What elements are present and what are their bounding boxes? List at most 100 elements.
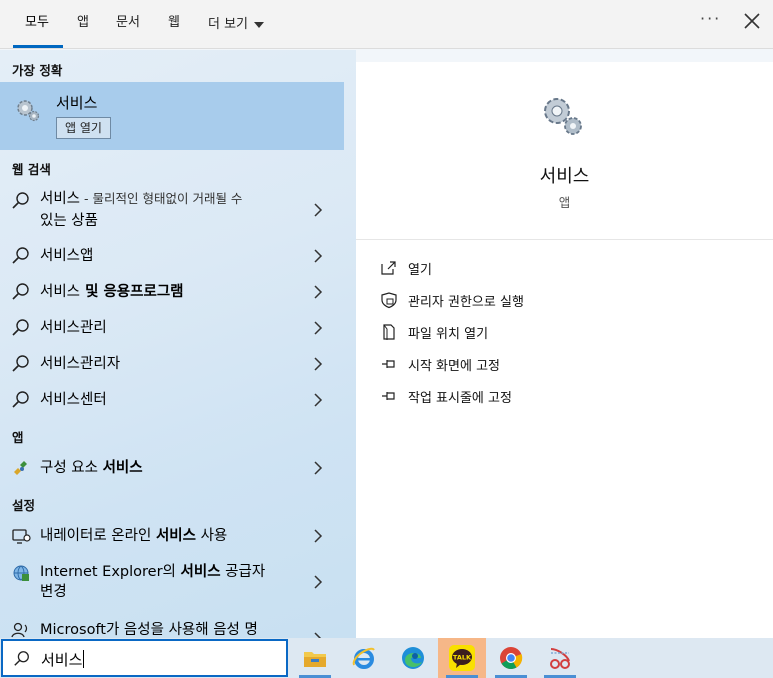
settings-result-item[interactable]: Internet Explorer의 서비스 공급자 변경 xyxy=(0,560,344,608)
pin-icon xyxy=(382,392,395,400)
search-filter-bar: 모두 앱 문서 웹 더 보기 ··· xyxy=(0,0,773,49)
search-icon xyxy=(12,192,29,209)
folder-icon xyxy=(304,652,326,667)
tab-more[interactable]: 더 보기 xyxy=(208,14,265,34)
web-result-dash: - xyxy=(80,191,93,206)
web-result-title: 서비스센터 xyxy=(40,392,107,408)
action-open-file-location-label: 파일 위치 열기 xyxy=(408,326,489,342)
close-icon[interactable] xyxy=(742,11,762,31)
web-result-description: 물리적인 형태없이 거래될 수 xyxy=(92,191,243,206)
web-result-title: 서비스 xyxy=(40,191,81,207)
divider xyxy=(356,239,773,240)
action-open-label: 열기 xyxy=(408,262,432,278)
best-match-item[interactable]: 서비스 앱 열기 xyxy=(0,82,344,150)
action-pin-start-label: 시작 화면에 고정 xyxy=(408,358,500,374)
ie-logo-icon xyxy=(352,647,375,669)
open-app-button[interactable]: 앱 열기 xyxy=(56,117,111,139)
tab-apps[interactable]: 앱 xyxy=(77,14,89,34)
chevron-down-icon xyxy=(254,22,265,28)
web-result-item[interactable]: 서비스센터 xyxy=(0,388,344,412)
detail-pane: 서비스 앱 열기 관리자 권한으로 실행 파일 위치 열기 시작 화면에 고정 … xyxy=(356,62,773,638)
chevron-right-icon xyxy=(314,575,323,589)
more-options-icon[interactable]: ··· xyxy=(700,9,721,28)
action-pin-taskbar-label: 작업 표시줄에 고정 xyxy=(408,390,512,406)
section-web-search: 웹 검색 xyxy=(12,162,51,177)
settings-result-keyword: 서비스 xyxy=(155,528,196,544)
kakaotalk-logo-icon: TALK xyxy=(449,645,475,671)
settings-result-prefix: 내레이터로 온라인 xyxy=(40,528,156,544)
web-result-description-line2: 있는 상품 xyxy=(40,213,98,229)
chevron-right-icon xyxy=(314,249,323,263)
settings-result-prefix: Internet Explorer의 xyxy=(40,564,181,580)
edge-icon[interactable] xyxy=(389,638,437,678)
search-icon xyxy=(12,319,29,336)
web-result-title: 서비스관리자 xyxy=(40,356,121,372)
search-icon xyxy=(12,283,29,300)
file-icon xyxy=(383,324,395,340)
active-tab-indicator xyxy=(13,45,63,48)
narrator-icon xyxy=(12,529,31,544)
tab-web[interactable]: 웹 xyxy=(168,14,180,34)
web-result-item[interactable]: 서비스 및 응용프로그램 xyxy=(0,280,344,304)
search-icon xyxy=(12,355,29,372)
kakaotalk-label: TALK xyxy=(453,654,472,662)
tab-all[interactable]: 모두 xyxy=(25,14,49,34)
action-run-as-admin[interactable]: 관리자 권한으로 실행 xyxy=(380,290,524,310)
section-best-match: 가장 정확 xyxy=(12,63,63,78)
scissors-icon xyxy=(550,648,570,669)
web-result-title: 서비스앱 xyxy=(40,248,94,264)
search-query: 서비스 xyxy=(41,651,83,669)
results-pane: 가장 정확 서비스 앱 열기 웹 검색 서비스 - 물리적인 형태없이 거래될 … xyxy=(0,50,356,638)
settings-result-item[interactable]: Microsoft가 음성을 사용해 음성 명 xyxy=(0,618,344,638)
chrome-icon[interactable] xyxy=(487,638,535,678)
settings-result-suffix: 사용 xyxy=(195,528,228,544)
detail-title: 서비스 xyxy=(539,166,590,187)
search-icon xyxy=(14,651,29,666)
settings-result-item[interactable]: 내레이터로 온라인 서비스 사용 xyxy=(0,524,344,548)
app-result-title: 서비스 xyxy=(102,460,143,476)
web-result-item[interactable]: 서비스앱 xyxy=(0,244,344,268)
action-open-file-location[interactable]: 파일 위치 열기 xyxy=(380,322,488,342)
web-result-item[interactable]: 서비스관리자 xyxy=(0,352,344,376)
services-gear-icon xyxy=(17,100,40,122)
edge-logo-icon xyxy=(402,647,424,669)
action-run-as-admin-label: 관리자 권한으로 실행 xyxy=(408,294,524,310)
app-result-prefix: 구성 요소 xyxy=(40,460,103,476)
web-result-item[interactable]: 서비스관리 xyxy=(0,316,344,340)
shield-icon xyxy=(381,292,397,309)
search-input[interactable]: 서비스 xyxy=(1,639,288,677)
chevron-right-icon xyxy=(314,203,323,217)
chevron-right-icon xyxy=(314,529,323,543)
section-apps: 앱 xyxy=(12,430,24,445)
best-match-title: 서비스 xyxy=(56,94,98,112)
action-pin-start[interactable]: 시작 화면에 고정 xyxy=(380,354,500,374)
action-pin-taskbar[interactable]: 작업 표시줄에 고정 xyxy=(380,386,512,406)
chevron-right-icon xyxy=(314,461,323,475)
chevron-right-icon xyxy=(314,285,323,299)
chrome-logo-icon xyxy=(500,647,523,669)
kakaotalk-icon[interactable]: TALK xyxy=(438,638,486,678)
internet-options-icon xyxy=(13,565,29,581)
text-cursor xyxy=(83,650,85,668)
services-gear-icon xyxy=(544,98,582,135)
action-open[interactable]: 열기 xyxy=(380,258,432,278)
internet-explorer-icon[interactable] xyxy=(340,638,388,678)
settings-result-keyword: 서비스 xyxy=(180,564,221,580)
tab-more-label: 더 보기 xyxy=(208,16,249,32)
settings-result-title: Microsoft가 음성을 사용해 음성 명 xyxy=(40,622,258,638)
detail-subtitle: 앱 xyxy=(558,195,571,210)
tab-documents[interactable]: 문서 xyxy=(116,14,140,34)
app-result-item[interactable]: 구성 요소 서비스 xyxy=(0,456,344,480)
search-icon xyxy=(12,247,29,264)
taskbar: 서비스 TALK xyxy=(0,638,773,678)
snipping-tool-icon[interactable] xyxy=(536,638,584,678)
settings-result-suffix: 공급자 xyxy=(220,564,266,580)
web-result-item[interactable]: 서비스 - 물리적인 형태없이 거래될 수 있는 상품 xyxy=(0,186,344,234)
web-result-title: 서비스관리 xyxy=(40,320,107,336)
chevron-right-icon xyxy=(314,321,323,335)
settings-result-line2: 변경 xyxy=(40,584,67,600)
file-explorer-icon[interactable] xyxy=(291,638,339,678)
chevron-right-icon xyxy=(314,357,323,371)
section-settings: 설정 xyxy=(12,498,36,513)
pin-icon xyxy=(382,360,395,368)
